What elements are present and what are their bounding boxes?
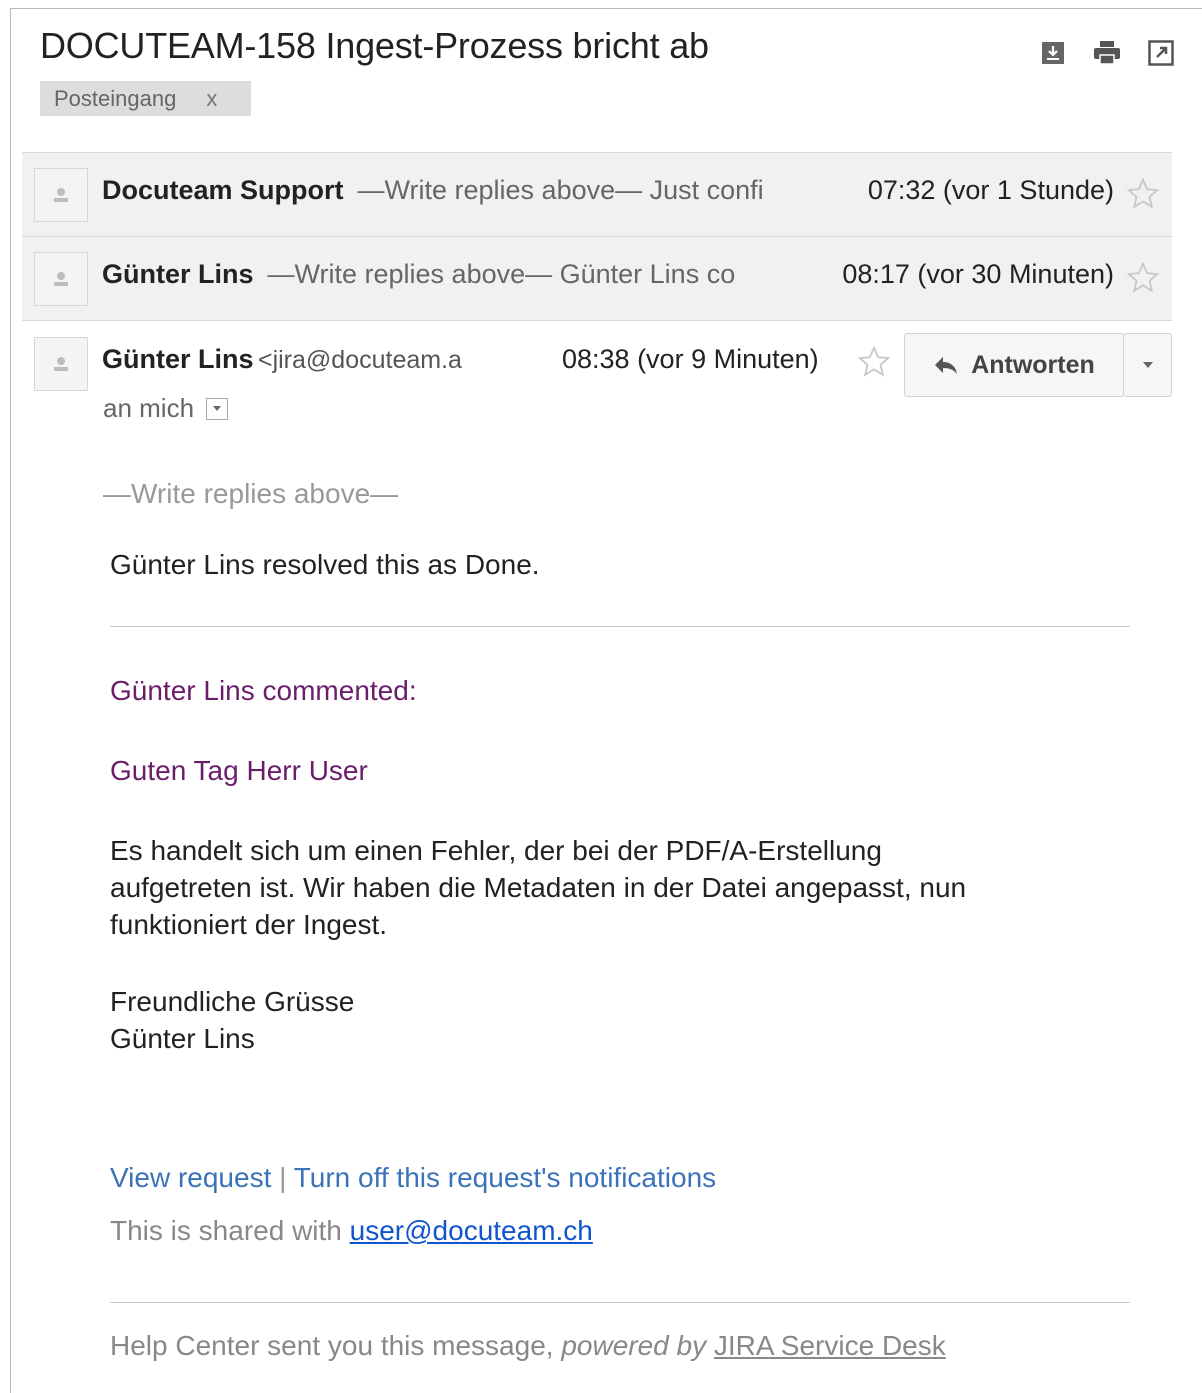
message-sender: Günter Lins xyxy=(102,344,254,374)
label-name[interactable]: Posteingang xyxy=(54,86,176,112)
star-icon[interactable] xyxy=(1126,261,1160,295)
thread-time: 07:32 (vor 1 Stunde) xyxy=(867,175,1114,205)
message-from: Günter Lins <jira@docuteam.a xyxy=(102,344,494,375)
request-links: View request | Turn off this request's n… xyxy=(110,1159,716,1196)
thread-sender: Docuteam Support xyxy=(102,175,344,205)
star-icon[interactable] xyxy=(1126,177,1160,211)
thread-row[interactable]: Docuteam Support —Write replies above— J… xyxy=(22,152,1172,236)
paragraph-line: aufgetreten ist. Wir haben die Metadaten… xyxy=(110,872,967,903)
footer-prefix: Help Center sent you this message, xyxy=(110,1330,554,1361)
person-icon xyxy=(54,272,68,286)
recipient-line: an mich xyxy=(103,393,229,424)
email-subject: DOCUTEAM-158 Ingest-Prozess bricht ab xyxy=(40,25,709,66)
shared-with-line: This is shared with user@docuteam.ch xyxy=(110,1212,593,1249)
turn-off-notifications-link[interactable]: Turn off this request's notifications xyxy=(294,1162,716,1193)
reply-button[interactable]: Antworten xyxy=(904,333,1124,397)
view-request-link[interactable]: View request xyxy=(110,1162,271,1193)
thread-row[interactable]: Günter Lins —Write replies above— Günter… xyxy=(22,236,1172,320)
new-window-icon[interactable] xyxy=(1146,38,1176,68)
thread-snippet: —Write replies above— Just confi xyxy=(357,175,764,205)
avatar xyxy=(34,252,88,306)
commented-text: Günter Lins commented: xyxy=(110,675,417,706)
person-icon xyxy=(54,188,68,202)
chevron-down-icon xyxy=(1142,362,1153,368)
divider xyxy=(22,320,1172,321)
message-paragraph: Es handelt sich um einen Fehler, der bei… xyxy=(110,832,966,943)
thread-summary: Docuteam Support —Write replies above— J… xyxy=(102,175,764,206)
remove-label-button[interactable]: x xyxy=(206,86,217,112)
paragraph-line: Es handelt sich um einen Fehler, der bei… xyxy=(110,835,882,866)
thread-time: 08:17 (vor 30 Minuten) xyxy=(842,259,1114,289)
person-icon xyxy=(54,357,68,371)
avatar xyxy=(34,337,88,391)
top-toolbar xyxy=(1038,38,1176,68)
closing-text: Freundliche Grüsse xyxy=(110,986,355,1017)
avatar xyxy=(34,168,88,222)
resolved-text: Günter Lins resolved this as Done. xyxy=(110,549,540,580)
message-time: 08:38 (vor 9 Minuten) xyxy=(562,344,819,374)
star-icon[interactable] xyxy=(857,345,891,379)
footer-powered: powered by xyxy=(561,1330,707,1361)
recipient-details-button[interactable] xyxy=(206,397,229,420)
signature-name: Günter Lins xyxy=(110,1023,255,1054)
recipient-text: an mich xyxy=(103,393,195,423)
reply-label: Antworten xyxy=(971,350,1095,379)
divider xyxy=(110,1302,1130,1303)
signature-block: Freundliche Grüsse Günter Lins xyxy=(110,983,354,1057)
shared-email-link[interactable]: user@docuteam.ch xyxy=(350,1215,593,1246)
print-icon[interactable] xyxy=(1092,38,1122,68)
label-chip: Posteingang x xyxy=(40,81,251,116)
jira-service-desk-link[interactable]: JIRA Service Desk xyxy=(714,1330,946,1361)
thread-sender: Günter Lins xyxy=(102,259,254,289)
paragraph-line: funktioniert der Ingest. xyxy=(110,909,388,940)
chevron-down-icon xyxy=(213,406,222,411)
thread-summary: Günter Lins —Write replies above— Günter… xyxy=(102,259,735,290)
download-icon[interactable] xyxy=(1038,38,1068,68)
divider xyxy=(110,626,1130,627)
thread-snippet: —Write replies above— Günter Lins co xyxy=(267,259,736,289)
greeting-text: Guten Tag Herr User xyxy=(110,755,368,786)
footer-line: Help Center sent you this message, power… xyxy=(110,1327,946,1364)
shared-prefix: This is shared with xyxy=(110,1215,342,1246)
message-sender-email: <jira@docuteam.a xyxy=(257,346,462,374)
link-separator: | xyxy=(279,1162,287,1193)
reply-options-button[interactable] xyxy=(1123,333,1172,397)
write-above-text: —Write replies above— xyxy=(103,478,399,509)
reply-arrow-icon xyxy=(935,357,958,374)
